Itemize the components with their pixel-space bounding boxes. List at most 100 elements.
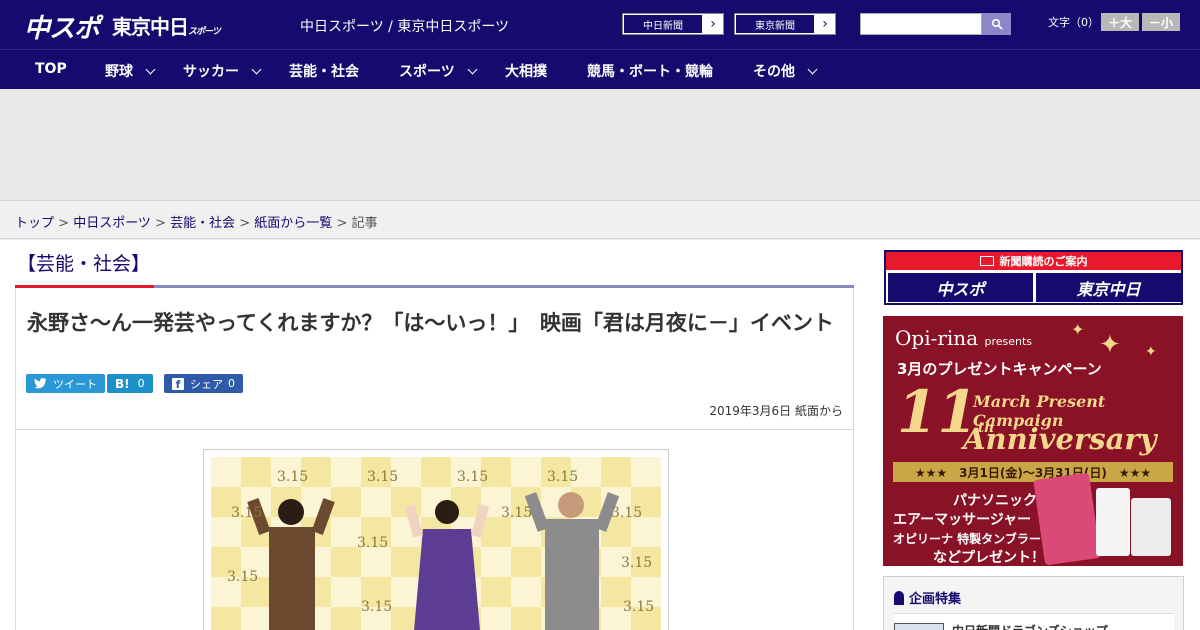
- chevron-right-icon: ›: [710, 16, 716, 32]
- promo-prize-line1: パナソニック: [953, 493, 1037, 509]
- promo-prize-line4: などプレゼント！: [933, 550, 1045, 566]
- promo-period: ★★★ 3月1日(金)～3月31日(日) ★★★: [893, 462, 1173, 482]
- font-size-label: 文字（0）: [1048, 16, 1099, 29]
- nav-baseball-label: 野球: [105, 64, 133, 80]
- breadcrumb-separator: >: [54, 216, 74, 231]
- breadcrumb-link-print-list[interactable]: 紙面から一覧: [254, 216, 332, 231]
- chuspo-logo[interactable]: 中スポ: [24, 8, 100, 45]
- backdrop-text: 3.15: [621, 555, 653, 571]
- breadcrumb-separator: >: [332, 216, 352, 231]
- nav-other-label: その他: [753, 64, 795, 80]
- main-nav: TOP 野球 サッカー 芸能・社会 スポーツ 大相撲 競馬・ボート・競輪 その他: [0, 49, 1200, 89]
- chevron-down-icon: [251, 64, 262, 75]
- nav-entertainment[interactable]: 芸能・社会: [289, 61, 359, 81]
- chevron-down-icon: [807, 64, 818, 75]
- ribbon-icon: [894, 591, 904, 605]
- backdrop-text: 3.15: [231, 505, 263, 521]
- tokyo-chunichi-logo-text: 東京中日: [112, 15, 189, 39]
- nav-sports-label: スポーツ: [399, 64, 455, 80]
- nav-soccer[interactable]: サッカー: [183, 61, 262, 81]
- newspaper-icon: [979, 256, 994, 266]
- tweet-label: ツイート: [53, 377, 97, 391]
- promo-prize-line2: エアーマッサージャー: [893, 512, 1032, 528]
- top-header: 中スポ 東京中日スポーツ 中日スポーツ / 東京中日スポーツ 中日新聞 › 東京…: [0, 0, 1200, 49]
- chevron-down-icon: [145, 64, 156, 75]
- nav-entertainment-label: 芸能・社会: [289, 64, 359, 80]
- breadcrumb-link-chunichi-sports[interactable]: 中日スポーツ: [73, 216, 151, 231]
- breadcrumb-link-entertainment[interactable]: 芸能・社会: [170, 216, 235, 231]
- nav-baseball[interactable]: 野球: [105, 61, 156, 81]
- nav-sports[interactable]: スポーツ: [399, 61, 478, 81]
- backdrop-text: 3.15: [367, 469, 399, 485]
- promo-brand-suffix: presents: [984, 335, 1033, 348]
- promo-brand: Opi-rina presents: [895, 326, 1032, 350]
- backdrop-text: 3.15: [611, 505, 643, 521]
- nav-soccer-label: サッカー: [183, 64, 239, 80]
- sparkle-icon: ✦: [1099, 330, 1121, 360]
- mug-image: [1131, 498, 1171, 556]
- subscription-banner-title: 新聞購読のご案内: [886, 252, 1181, 270]
- main-content: 【芸能・社会】 永野さ～ん一発芸やってくれますか？「は～いっ！」 映画「君は月夜…: [0, 240, 1200, 630]
- subscribe-tokyo-chunichi-link[interactable]: 東京中日: [1036, 273, 1181, 302]
- search-icon: [991, 18, 1003, 30]
- facebook-share-label: シェア: [190, 377, 223, 391]
- subscription-banner[interactable]: 新聞購読のご案内 中スポ 東京中日: [884, 250, 1183, 305]
- site-names: 中日スポーツ / 東京中日スポーツ: [300, 19, 510, 35]
- tokyo-shimbun-label: 東京新聞: [735, 14, 815, 34]
- promo-prize: パナソニック エアーマッサージャー オピリーナ 特製タンブラー などプレゼント！: [893, 492, 1045, 566]
- promo-campaign: 3月のプレゼントキャンペーン: [897, 360, 1102, 378]
- backdrop-text: 3.15: [361, 599, 393, 615]
- breadcrumb: トップ > 中日スポーツ > 芸能・社会 > 紙面から一覧 > 記事: [15, 212, 378, 231]
- backdrop-text: 3.15: [623, 599, 655, 615]
- facebook-share-count: 0: [228, 377, 235, 390]
- chunichi-shimbun-label: 中日新聞: [623, 14, 703, 34]
- nav-sumo[interactable]: 大相撲: [505, 61, 547, 81]
- feature-heading-label: 企画特集: [909, 592, 962, 607]
- chunichi-shimbun-link[interactable]: 中日新聞 ›: [622, 13, 724, 35]
- backdrop-text: 3.15: [457, 469, 489, 485]
- hatena-icon: B!: [115, 376, 130, 391]
- font-larger-button[interactable]: ＋大: [1101, 13, 1139, 31]
- chevron-right-icon: ›: [822, 16, 828, 32]
- article-category: 【芸能・社会】: [17, 253, 151, 275]
- article: 永野さ～ん一発芸やってくれますか？「は～いっ！」 映画「君は月夜に－」イベント …: [15, 288, 854, 630]
- hatena-count: 0: [137, 377, 145, 390]
- subscribe-chuspo-link[interactable]: 中スポ: [888, 273, 1033, 302]
- sparkle-icon: ✦: [1145, 344, 1157, 360]
- font-smaller-button[interactable]: －小: [1142, 13, 1180, 31]
- tweet-button[interactable]: ツイート: [26, 374, 105, 393]
- backdrop-text: 3.15: [357, 535, 389, 551]
- backdrop-text: 3.15: [277, 469, 309, 485]
- facebook-share-button[interactable]: f シェア 0: [164, 374, 243, 393]
- subscription-banner-label: 新聞購読のご案内: [999, 255, 1088, 268]
- search-button[interactable]: [982, 13, 1011, 35]
- nav-other[interactable]: その他: [753, 61, 818, 81]
- feature-section: 企画特集 中日新聞ドラゴンズショップ: [883, 576, 1184, 630]
- promo-ad-banner[interactable]: Opi-rina presents ✦ ✦ ✦ 3月のプレゼントキャンペーン 1…: [883, 316, 1183, 566]
- nav-top[interactable]: TOP: [35, 61, 67, 77]
- article-date: 2019年3月6日 紙面から: [709, 404, 843, 418]
- tokyo-shimbun-link[interactable]: 東京新聞 ›: [734, 13, 836, 35]
- tumbler-image: [1096, 488, 1130, 556]
- hatena-bookmark-button[interactable]: B! 0: [107, 374, 153, 393]
- article-photo-frame[interactable]: 3.15 3.15 3.15 3.15 3.15 3.15 3.15 3.15 …: [203, 449, 669, 630]
- massager-image: [1033, 472, 1101, 566]
- breadcrumb-separator: >: [235, 216, 255, 231]
- nav-racing[interactable]: 競馬・ボート・競輪: [587, 61, 713, 81]
- promo-prize-line3: オピリーナ 特製タンブラー: [893, 532, 1041, 546]
- tokyo-chunichi-logo-sub: スポーツ: [188, 27, 221, 37]
- facebook-icon: f: [172, 377, 184, 391]
- tokyo-chunichi-logo[interactable]: 東京中日スポーツ: [112, 11, 221, 40]
- ad-space: [0, 90, 1200, 200]
- breadcrumb-separator: >: [150, 216, 171, 231]
- breadcrumb-link-top[interactable]: トップ: [15, 216, 54, 231]
- article-headline: 永野さ～ん一発芸やってくれますか？「は～いっ！」 映画「君は月夜に－」イベント: [27, 311, 834, 335]
- sparkle-icon: ✦: [1071, 320, 1085, 339]
- article-divider: [16, 429, 853, 430]
- feature-heading: 企画特集: [894, 588, 961, 607]
- breadcrumb-bar: トップ > 中日スポーツ > 芸能・社会 > 紙面から一覧 > 記事: [0, 200, 1200, 239]
- nav-sumo-label: 大相撲: [505, 64, 547, 80]
- search-input[interactable]: [860, 13, 982, 35]
- feature-item-thumbnail: [894, 623, 944, 630]
- promo-brand-name: Opi-rina: [895, 326, 979, 350]
